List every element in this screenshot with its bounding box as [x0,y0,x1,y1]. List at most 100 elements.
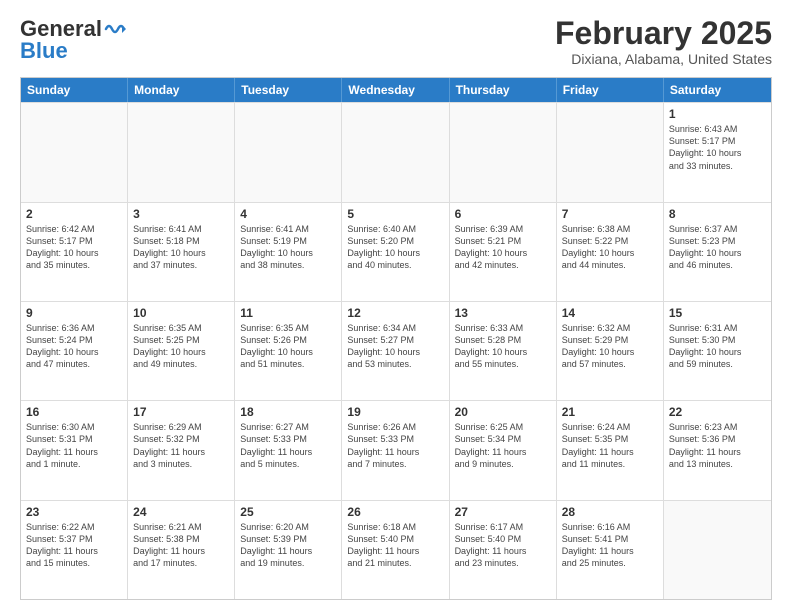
day-info: Sunrise: 6:32 AM Sunset: 5:29 PM Dayligh… [562,322,658,371]
cal-cell-r5-c4: 26Sunrise: 6:18 AM Sunset: 5:40 PM Dayli… [342,501,449,599]
day-number: 24 [133,505,229,519]
cal-cell-r1-c7: 1 Sunrise: 6:43 AM Sunset: 5:17 PM Daylig… [664,103,771,201]
cal-row-1: 1 Sunrise: 6:43 AM Sunset: 5:17 PM Daylig… [21,102,771,201]
logo: General Blue [20,16,126,64]
cal-cell-r2-c7: 8 Sunrise: 6:37 AM Sunset: 5:23 PM Daylig… [664,203,771,301]
weekday-friday: Friday [557,78,664,102]
cal-cell-r5-c2: 24 Sunrise: 6:21 AM Sunset: 5:38 PM Dayli… [128,501,235,599]
day-number: 1 [669,107,766,121]
day-info: Sunrise: 6:41 AM Sunset: 5:19 PM Dayligh… [240,223,336,272]
day-info: Sunrise: 6:22 AM Sunset: 5:37 PM Dayligh… [26,521,122,570]
day-info: Sunrise: 6:33 AM Sunset: 5:28 PM Dayligh… [455,322,551,371]
day-info: Sunrise: 6:30 AM Sunset: 5:31 PM Dayligh… [26,421,122,470]
cal-cell-r4-c4: 19 Sunrise: 6:26 AM Sunset: 5:33 PM Dayli… [342,401,449,499]
weekday-monday: Monday [128,78,235,102]
day-info: Sunrise: 6:24 AM Sunset: 5:35 PM Dayligh… [562,421,658,470]
cal-cell-r5-c5: 27Sunrise: 6:17 AM Sunset: 5:40 PM Dayli… [450,501,557,599]
day-info: Sunrise: 6:37 AM Sunset: 5:23 PM Dayligh… [669,223,766,272]
cal-cell-r3-c7: 15Sunrise: 6:31 AM Sunset: 5:30 PM Dayli… [664,302,771,400]
day-info: Sunrise: 6:35 AM Sunset: 5:25 PM Dayligh… [133,322,229,371]
weekday-tuesday: Tuesday [235,78,342,102]
title-block: February 2025 Dixiana, Alabama, United S… [555,16,772,67]
day-number: 22 [669,405,766,419]
cal-cell-r4-c7: 22 Sunrise: 6:23 AM Sunset: 5:36 PM Dayli… [664,401,771,499]
logo-blue-text: Blue [20,38,68,64]
day-info: Sunrise: 6:27 AM Sunset: 5:33 PM Dayligh… [240,421,336,470]
day-number: 6 [455,207,551,221]
cal-cell-r3-c1: 9 Sunrise: 6:36 AM Sunset: 5:24 PM Daylig… [21,302,128,400]
cal-cell-r1-c1 [21,103,128,201]
day-number: 19 [347,405,443,419]
day-info: Sunrise: 6:16 AM Sunset: 5:41 PM Dayligh… [562,521,658,570]
day-number: 10 [133,306,229,320]
day-info: Sunrise: 6:43 AM Sunset: 5:17 PM Dayligh… [669,123,766,172]
day-info: Sunrise: 6:38 AM Sunset: 5:22 PM Dayligh… [562,223,658,272]
day-number: 5 [347,207,443,221]
cal-cell-r3-c2: 10 Sunrise: 6:35 AM Sunset: 5:25 PM Dayli… [128,302,235,400]
day-info: Sunrise: 6:39 AM Sunset: 5:21 PM Dayligh… [455,223,551,272]
calendar-body: 1 Sunrise: 6:43 AM Sunset: 5:17 PM Daylig… [21,102,771,599]
weekday-sunday: Sunday [21,78,128,102]
logo-wave-icon [104,21,126,37]
day-number: 15 [669,306,766,320]
cal-cell-r2-c2: 3 Sunrise: 6:41 AM Sunset: 5:18 PM Daylig… [128,203,235,301]
cal-cell-r1-c2 [128,103,235,201]
cal-cell-r2-c1: 2Sunrise: 6:42 AM Sunset: 5:17 PM Daylig… [21,203,128,301]
day-number: 14 [562,306,658,320]
day-info: Sunrise: 6:42 AM Sunset: 5:17 PM Dayligh… [26,223,122,272]
cal-cell-r2-c5: 6 Sunrise: 6:39 AM Sunset: 5:21 PM Daylig… [450,203,557,301]
cal-cell-r4-c2: 17 Sunrise: 6:29 AM Sunset: 5:32 PM Dayli… [128,401,235,499]
cal-cell-r5-c1: 23 Sunrise: 6:22 AM Sunset: 5:37 PM Dayli… [21,501,128,599]
cal-cell-r4-c3: 18 Sunrise: 6:27 AM Sunset: 5:33 PM Dayli… [235,401,342,499]
day-number: 27 [455,505,551,519]
day-info: Sunrise: 6:36 AM Sunset: 5:24 PM Dayligh… [26,322,122,371]
day-number: 20 [455,405,551,419]
day-info: Sunrise: 6:21 AM Sunset: 5:38 PM Dayligh… [133,521,229,570]
day-number: 17 [133,405,229,419]
cal-row-5: 23 Sunrise: 6:22 AM Sunset: 5:37 PM Dayli… [21,500,771,599]
cal-cell-r1-c4 [342,103,449,201]
day-number: 18 [240,405,336,419]
day-info: Sunrise: 6:25 AM Sunset: 5:34 PM Dayligh… [455,421,551,470]
cal-cell-r1-c6 [557,103,664,201]
day-number: 3 [133,207,229,221]
cal-cell-r1-c3 [235,103,342,201]
weekday-wednesday: Wednesday [342,78,449,102]
day-info: Sunrise: 6:26 AM Sunset: 5:33 PM Dayligh… [347,421,443,470]
day-info: Sunrise: 6:29 AM Sunset: 5:32 PM Dayligh… [133,421,229,470]
cal-row-3: 9 Sunrise: 6:36 AM Sunset: 5:24 PM Daylig… [21,301,771,400]
month-title: February 2025 [555,16,772,51]
cal-cell-r4-c6: 21Sunrise: 6:24 AM Sunset: 5:35 PM Dayli… [557,401,664,499]
calendar: Sunday Monday Tuesday Wednesday Thursday… [20,77,772,600]
day-number: 23 [26,505,122,519]
cal-cell-r1-c5 [450,103,557,201]
day-number: 11 [240,306,336,320]
weekday-thursday: Thursday [450,78,557,102]
cal-cell-r3-c4: 12Sunrise: 6:34 AM Sunset: 5:27 PM Dayli… [342,302,449,400]
cal-cell-r3-c5: 13Sunrise: 6:33 AM Sunset: 5:28 PM Dayli… [450,302,557,400]
cal-cell-r2-c6: 7 Sunrise: 6:38 AM Sunset: 5:22 PM Daylig… [557,203,664,301]
cal-cell-r3-c3: 11 Sunrise: 6:35 AM Sunset: 5:26 PM Dayli… [235,302,342,400]
day-number: 28 [562,505,658,519]
cal-cell-r3-c6: 14 Sunrise: 6:32 AM Sunset: 5:29 PM Dayli… [557,302,664,400]
page: General Blue February 2025 Dixiana, Alab… [0,0,792,612]
day-info: Sunrise: 6:18 AM Sunset: 5:40 PM Dayligh… [347,521,443,570]
day-number: 9 [26,306,122,320]
cal-cell-r4-c1: 16Sunrise: 6:30 AM Sunset: 5:31 PM Dayli… [21,401,128,499]
day-number: 8 [669,207,766,221]
day-info: Sunrise: 6:41 AM Sunset: 5:18 PM Dayligh… [133,223,229,272]
location: Dixiana, Alabama, United States [555,51,772,67]
cal-cell-r5-c7 [664,501,771,599]
cal-row-2: 2Sunrise: 6:42 AM Sunset: 5:17 PM Daylig… [21,202,771,301]
day-info: Sunrise: 6:40 AM Sunset: 5:20 PM Dayligh… [347,223,443,272]
cal-cell-r2-c4: 5 Sunrise: 6:40 AM Sunset: 5:20 PM Daylig… [342,203,449,301]
day-number: 4 [240,207,336,221]
cal-cell-r4-c5: 20 Sunrise: 6:25 AM Sunset: 5:34 PM Dayli… [450,401,557,499]
cal-row-4: 16Sunrise: 6:30 AM Sunset: 5:31 PM Dayli… [21,400,771,499]
cal-cell-r5-c3: 25Sunrise: 6:20 AM Sunset: 5:39 PM Dayli… [235,501,342,599]
weekday-saturday: Saturday [664,78,771,102]
day-number: 12 [347,306,443,320]
day-number: 7 [562,207,658,221]
day-info: Sunrise: 6:23 AM Sunset: 5:36 PM Dayligh… [669,421,766,470]
day-info: Sunrise: 6:35 AM Sunset: 5:26 PM Dayligh… [240,322,336,371]
